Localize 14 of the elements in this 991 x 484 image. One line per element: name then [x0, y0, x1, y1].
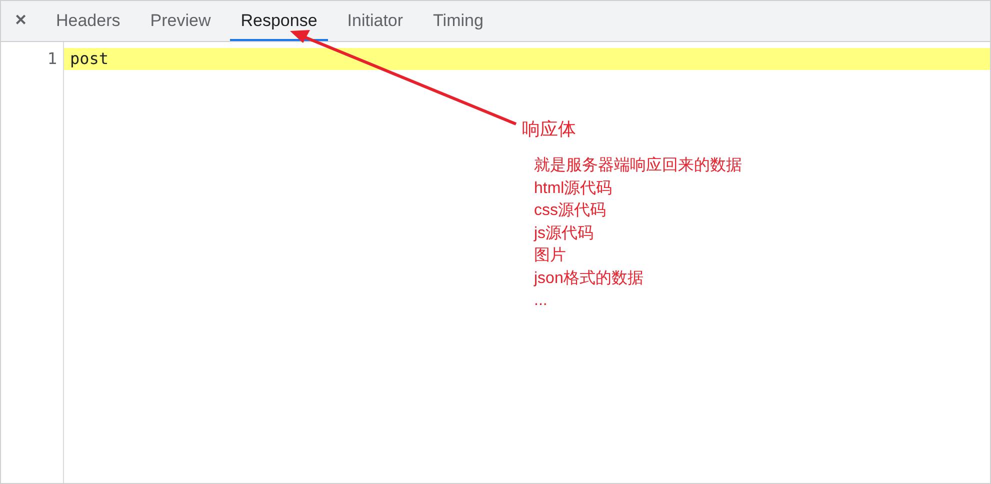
- tab[interactable]: Preview: [139, 1, 222, 41]
- tab[interactable]: Timing: [422, 1, 494, 41]
- annotation-note: html源代码: [534, 178, 614, 198]
- annotation-note: json格式的数据: [534, 268, 644, 288]
- annotation-title: 响应体: [522, 118, 576, 141]
- annotation-note: 图片: [534, 246, 567, 266]
- annotation-note: js源代码: [534, 224, 595, 244]
- annotation-note: css源代码: [534, 201, 607, 221]
- close-button[interactable]: ✕: [1, 1, 41, 41]
- line-number: 1: [46, 48, 58, 70]
- tab[interactable]: Headers: [45, 1, 132, 41]
- annotation-note: 就是服务器端响应回来的数据: [534, 156, 742, 176]
- annotation-note: ...: [534, 291, 548, 311]
- tab[interactable]: Initiator: [336, 1, 414, 41]
